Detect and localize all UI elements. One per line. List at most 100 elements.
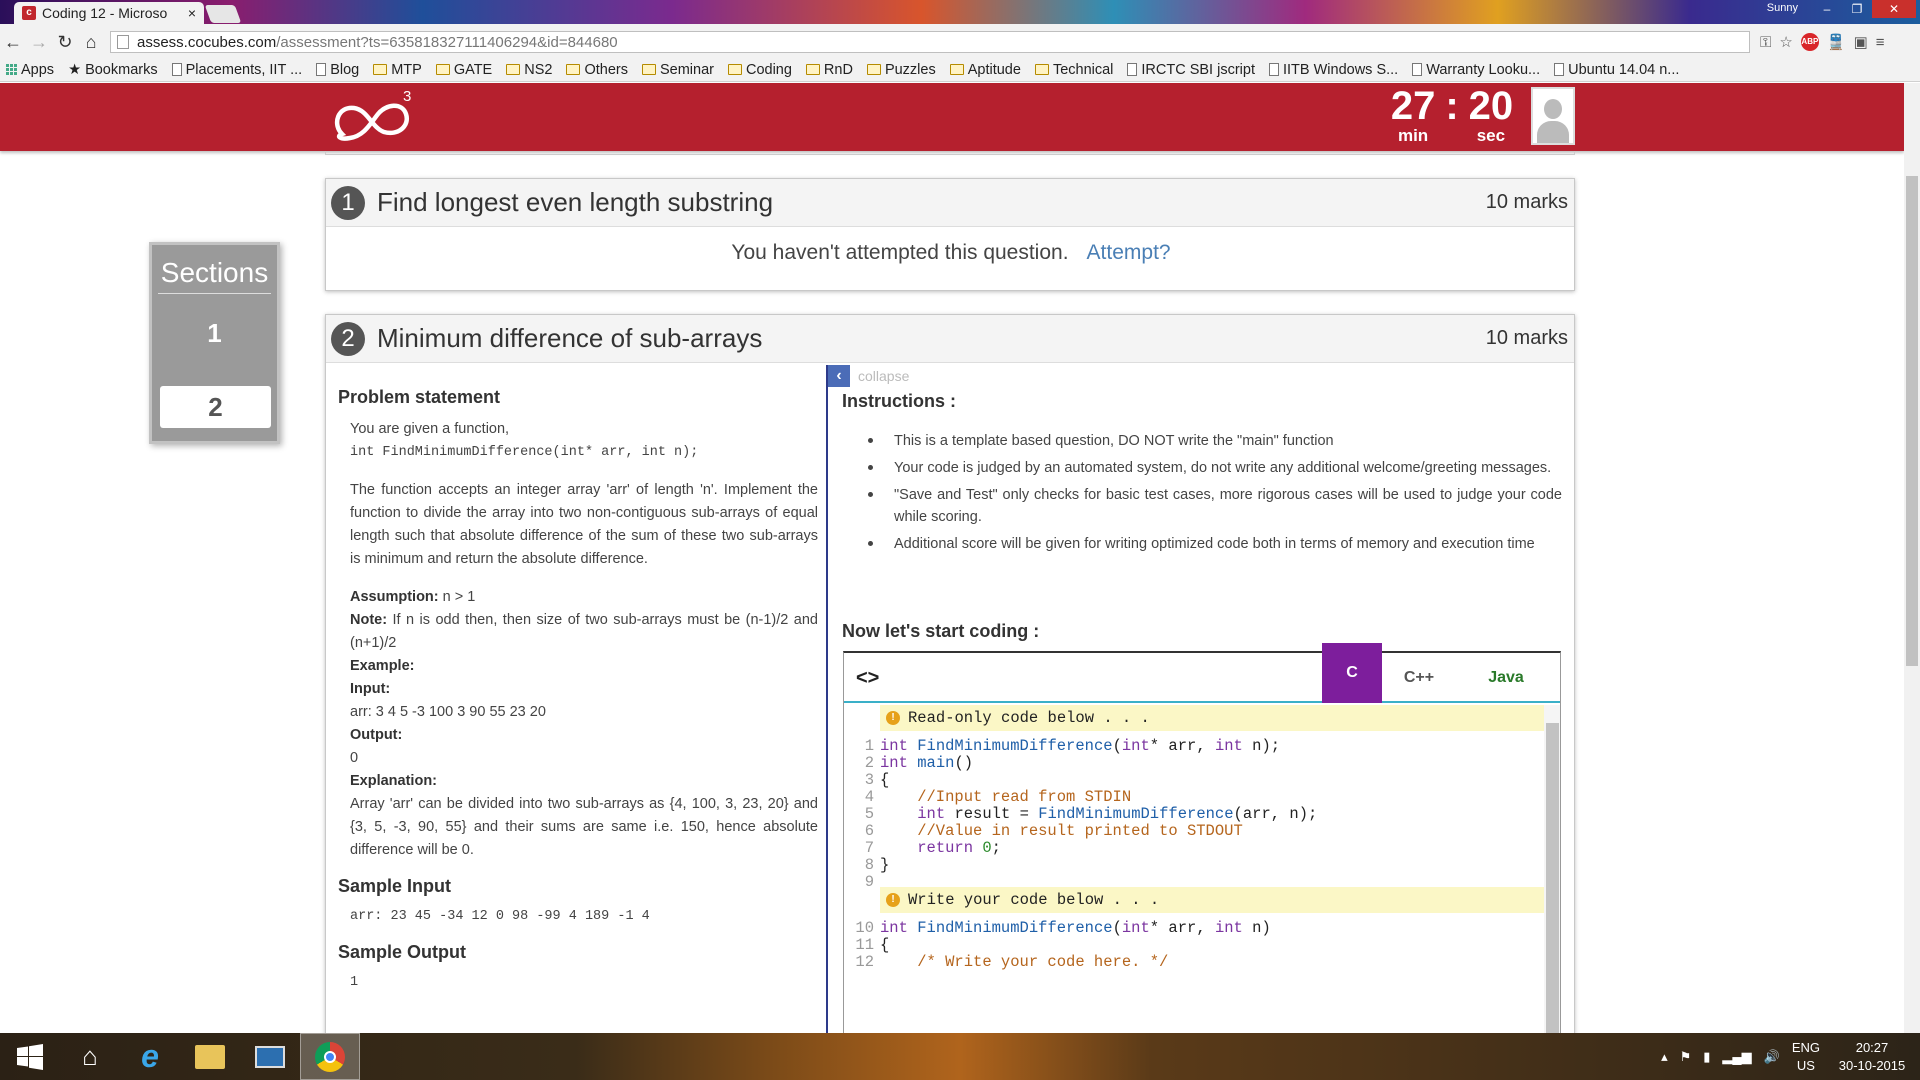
extension-icon[interactable]: ▣ — [1854, 33, 1868, 51]
internet-explorer-icon[interactable]: e — [120, 1033, 180, 1080]
menu-icon[interactable]: ≡ — [1876, 34, 1885, 51]
bookmark-label: Technical — [1052, 61, 1114, 78]
code-brackets-icon[interactable]: <> — [856, 667, 879, 689]
explanation-text: Array 'arr' can be divided into two sub-… — [350, 796, 818, 858]
problem-description: The function accepts an integer array 'a… — [350, 482, 818, 567]
example-input: arr: 3 4 5 -3 100 3 90 55 23 20 — [350, 704, 546, 720]
key-icon[interactable]: ⚿ — [1760, 34, 1771, 51]
volume-icon[interactable]: 🔊 — [1764, 1049, 1780, 1065]
bookmark-item[interactable]: IITB Windows S... — [1268, 62, 1398, 78]
bookmark-item[interactable]: ★ Bookmarks — [68, 62, 158, 78]
system-tray: ▴ ⚑ ▮ ▂▄▆ 🔊 ENG US 20:27 30-10-2015 — [1661, 1033, 1912, 1080]
section-button-2[interactable]: 2 — [160, 386, 271, 428]
browser-tab[interactable]: c Coding 12 - Microso × — [14, 2, 204, 24]
code-line[interactable]: /* Write your code here. */ — [880, 953, 1168, 971]
extension-icons: ⚿ ☆ ABP 🚆 ▣ ≡ — [1760, 33, 1885, 51]
assumption-label: Assumption: — [350, 589, 439, 605]
bookmark-item[interactable]: GATE — [435, 61, 493, 78]
note-text: If n is odd then, then size of two sub-a… — [350, 612, 818, 651]
close-window-icon[interactable]: ✕ — [1872, 0, 1916, 18]
line-number: 12 — [855, 953, 874, 971]
input-language[interactable]: ENG US — [1792, 1039, 1820, 1075]
page-scroll-thumb[interactable] — [1906, 176, 1918, 666]
not-attempted-text: You haven't attempted this question. — [731, 241, 1069, 264]
section-button-1[interactable]: 1 — [158, 313, 271, 353]
tray-expand-icon[interactable]: ▴ — [1661, 1049, 1668, 1065]
panel-divider[interactable] — [826, 365, 828, 1033]
bookmark-item[interactable]: NS2 — [506, 62, 552, 78]
clock[interactable]: 20:27 30-10-2015 — [1832, 1039, 1912, 1075]
bookmark-item[interactable]: Seminar — [641, 62, 714, 78]
maximize-icon[interactable]: ❐ — [1842, 0, 1872, 18]
code-area[interactable]: ! Read-only code below . . .! Write your c… — [844, 705, 1544, 1033]
windows-start-icon[interactable] — [0, 1033, 60, 1080]
file-explorer-icon[interactable] — [180, 1033, 240, 1080]
instructions-heading: Instructions : — [842, 391, 957, 411]
battery-icon[interactable]: ▮ — [1703, 1049, 1710, 1065]
bookmark-item[interactable]: Technical — [1034, 61, 1114, 78]
train-extension-icon[interactable]: 🚆 — [1827, 33, 1846, 51]
code-line[interactable]: int FindMinimumDifference(int* arr, int … — [880, 919, 1271, 937]
bookmark-item[interactable]: Apps — [6, 62, 54, 78]
reload-icon[interactable]: ↻ — [52, 32, 78, 53]
folder-icon — [641, 64, 656, 75]
question-number-badge: 2 — [331, 321, 365, 356]
bookmark-item[interactable]: Others — [566, 62, 628, 78]
sample-output: 1 — [350, 975, 359, 990]
page-icon — [316, 63, 327, 76]
bookmark-item[interactable]: IRCTC SBI jscript — [1127, 62, 1255, 78]
home-icon[interactable]: ⌂ — [60, 1033, 120, 1080]
profile-name[interactable]: Sunny — [1767, 2, 1798, 14]
lenovo-app-icon[interactable] — [240, 1033, 300, 1080]
collapse-label[interactable]: collapse — [858, 368, 909, 384]
language-tab-java[interactable]: Java — [1476, 653, 1536, 713]
adblock-icon[interactable]: ABP — [1800, 33, 1819, 51]
bookmark-star-icon[interactable]: ☆ — [1779, 33, 1792, 51]
tab-close-icon[interactable]: × — [188, 5, 196, 21]
attempt-status: You haven't attempted this question. Atte… — [326, 241, 1576, 265]
question-number-badge: 1 — [331, 185, 365, 220]
instruction-item: "Save and Test" only checks for basic te… — [868, 484, 1562, 528]
attempt-link[interactable]: Attempt? — [1087, 241, 1171, 264]
collapse-toggle[interactable]: ‹ collapse — [828, 365, 909, 387]
language-tab-c[interactable]: C — [1322, 643, 1382, 703]
bookmark-item[interactable]: Aptitude — [949, 61, 1021, 78]
bookmarks-bar: Apps ★ Bookmarks Placements, IIT ... Blog MTP… — [0, 58, 1920, 82]
bookmark-label: GATE — [453, 61, 493, 78]
address-bar[interactable]: assess.cocubes.com/assessment?ts=6358183… — [110, 31, 1750, 53]
bookmark-label: IRCTC SBI jscript — [1141, 61, 1255, 78]
editor-scroll-thumb[interactable] — [1546, 723, 1559, 1033]
chevron-left-icon[interactable]: ‹ — [828, 365, 850, 387]
back-arrow-icon[interactable]: ← — [0, 32, 26, 53]
language-tab-cpp[interactable]: C++ — [1389, 653, 1449, 713]
bookmark-item[interactable]: Blog — [316, 62, 359, 78]
bookmark-item[interactable]: MTP — [373, 62, 422, 78]
bookmark-item[interactable]: RnD — [805, 62, 853, 78]
explanation-label: Explanation: — [350, 773, 438, 789]
network-signal-icon[interactable]: ▂▄▆ — [1722, 1049, 1751, 1065]
code-line[interactable]: { — [880, 936, 889, 954]
action-center-flag-icon[interactable]: ⚑ — [1680, 1049, 1692, 1065]
home-icon[interactable]: ⌂ — [78, 32, 104, 53]
chrome-icon[interactable] — [300, 1033, 360, 1080]
question-marks: 10 marks — [1485, 191, 1568, 213]
bookmark-label: Warranty Looku... — [1426, 61, 1541, 78]
star-icon: ★ — [68, 61, 82, 78]
bookmark-item[interactable]: Puzzles — [866, 62, 936, 78]
bookmark-label: Aptitude — [967, 61, 1021, 78]
line-number: 1 — [864, 737, 874, 755]
minimize-icon[interactable]: – — [1812, 0, 1842, 18]
forward-arrow-icon[interactable]: → — [26, 32, 52, 53]
bookmark-item[interactable]: Coding — [727, 62, 792, 78]
bookmark-item[interactable]: Placements, IIT ... — [171, 62, 302, 78]
new-tab-button[interactable] — [204, 5, 242, 23]
readonly-banner-text: Read-only code below . . . — [908, 709, 1150, 727]
user-avatar[interactable] — [1531, 87, 1575, 145]
cocubes-logo[interactable]: 3 — [328, 88, 428, 150]
bookmark-item[interactable]: Warranty Looku... — [1412, 62, 1540, 78]
code-line: } — [880, 856, 890, 874]
folder-icon — [435, 64, 450, 75]
line-number: 11 — [855, 936, 874, 954]
problem-intro: You are given a function, — [350, 421, 510, 437]
bookmark-item[interactable]: Ubuntu 14.04 n... — [1554, 62, 1679, 78]
